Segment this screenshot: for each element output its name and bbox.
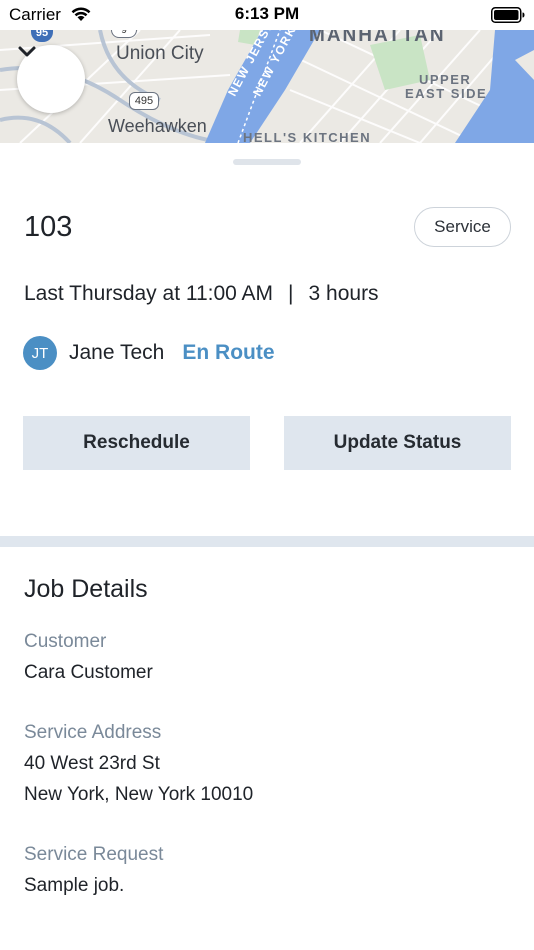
sheet-drag-handle[interactable]	[233, 159, 301, 165]
job-type-label: Service	[434, 217, 491, 236]
job-type-badge: Service	[414, 207, 511, 247]
battery-icon	[491, 7, 525, 28]
route-495-label: 495	[134, 95, 154, 107]
avatar-initials: JT	[31, 344, 49, 362]
clock: 6:13 PM	[234, 4, 300, 23]
schedule-separator: |	[288, 282, 294, 305]
map-label-hells-kitchen: HELL'S KITCHEN	[243, 130, 372, 144]
service-address-label: Service Address	[24, 722, 162, 743]
reschedule-button[interactable]: Reschedule	[23, 416, 250, 470]
map-view[interactable]: Union City MANHATTAN Weehawken UPPER EAS…	[0, 30, 534, 143]
service-request-value: Sample job.	[24, 875, 125, 896]
map-label-union-city: Union City	[116, 43, 204, 64]
service-address-line1: 40 West 23rd St	[24, 753, 160, 774]
update-status-button[interactable]: Update Status	[284, 416, 511, 470]
map-label-east-side: EAST SIDE	[405, 86, 488, 101]
schedule-when: Last Thursday at 11:00 AM	[24, 282, 274, 305]
collapse-map-button[interactable]	[17, 45, 85, 113]
assigned-tech-row: JT Jane Tech En Route	[23, 336, 275, 370]
job-schedule: Last Thursday at 11:00 AM | 3 hours	[24, 282, 379, 306]
service-request-label: Service Request	[24, 844, 164, 865]
avatar: JT	[23, 336, 57, 370]
section-divider	[0, 536, 534, 547]
job-number: 103	[24, 211, 73, 243]
job-details-title: Job Details	[24, 575, 148, 603]
schedule-duration: 3 hours	[308, 282, 379, 305]
route-495-shield: 495	[129, 92, 159, 110]
customer-label: Customer	[24, 631, 107, 652]
status-badge: En Route	[182, 341, 275, 364]
status-bar: Carrier 6:13 PM	[0, 0, 534, 30]
map-label-upper: UPPER	[419, 72, 472, 87]
customer-value: Cara Customer	[24, 662, 153, 683]
route-95-label: 95	[35, 30, 49, 39]
map-label-weehawken: Weehawken	[108, 116, 207, 136]
map-label-manhattan: MANHATTAN	[309, 30, 446, 46]
route-9-label: 9	[121, 30, 127, 36]
update-status-label: Update Status	[333, 432, 462, 453]
route-9-shield: 9	[111, 30, 137, 38]
tech-name: Jane Tech	[69, 341, 165, 364]
reschedule-label: Reschedule	[83, 432, 190, 453]
service-address-line2: New York, New York 10010	[24, 784, 254, 805]
